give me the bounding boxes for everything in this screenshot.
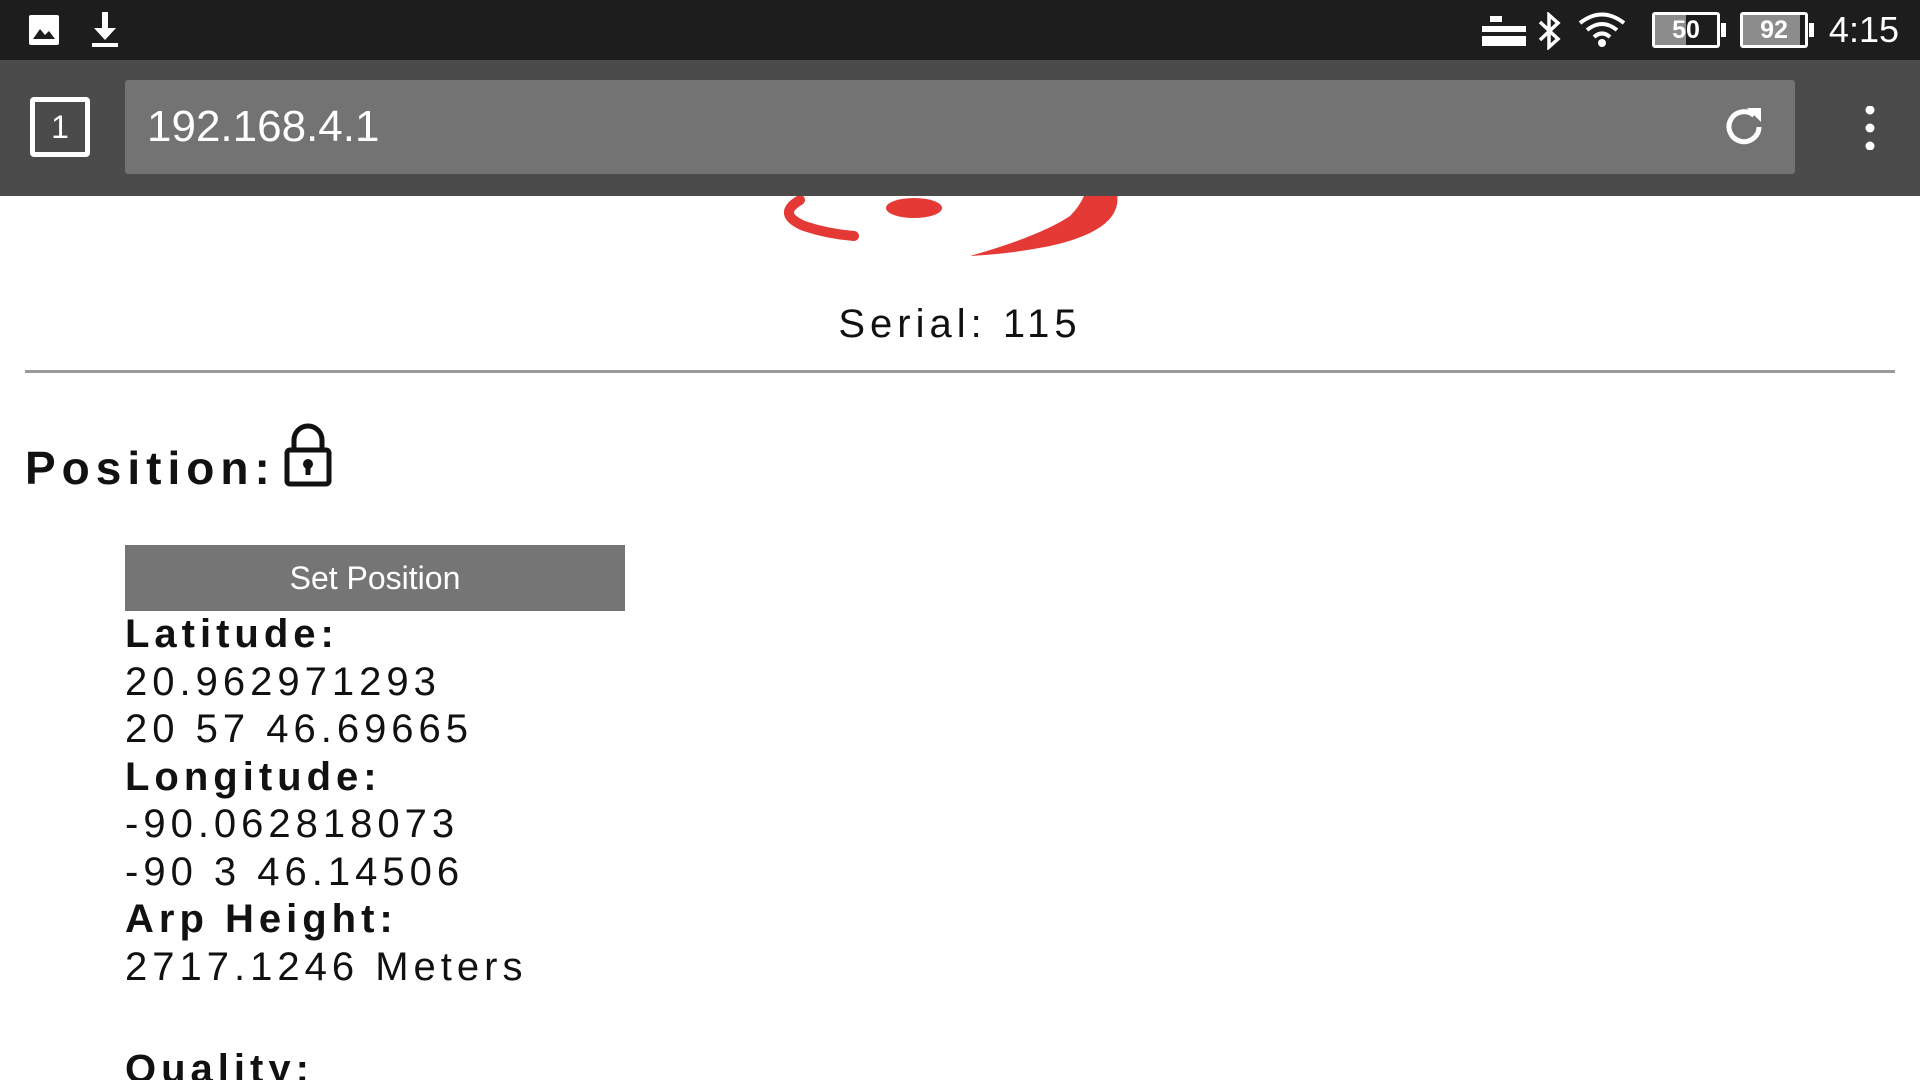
quality-label: Quality: <box>125 1047 314 1080</box>
wifi-icon <box>1578 12 1626 47</box>
longitude-decimal: -90.062818073 <box>125 802 460 846</box>
latitude-label: Latitude: <box>125 612 339 656</box>
more-vert-icon[interactable] <box>1848 106 1892 150</box>
latitude-dms: 20 57 46.69665 <box>125 707 474 751</box>
clock: 4:15 <box>1828 9 1899 50</box>
battery-level-1: 50 <box>1672 16 1700 44</box>
url-text[interactable]: 192.168.4.1 <box>147 100 379 154</box>
set-position-button[interactable]: Set Position <box>125 545 625 611</box>
position-fields: Latitude: 20.962971293 20 57 46.69665 Lo… <box>125 611 527 1080</box>
longitude-label: Longitude: <box>125 754 382 799</box>
lock-icon[interactable] <box>284 422 332 488</box>
arp-height-value: 2717.1246 Meters <box>125 944 528 989</box>
position-heading: Position: <box>25 442 276 494</box>
browser-toolbar: 1 192.168.4.1 <box>0 60 1920 196</box>
battery-indicator-1: 50 <box>1652 12 1726 48</box>
image-icon <box>29 15 59 45</box>
page-content: Serial: 115 Position: Set Position Latit… <box>0 196 1920 1080</box>
divider <box>25 370 1895 373</box>
keyboard-icon <box>1482 16 1526 46</box>
arp-height-label: Arp Height: <box>125 897 398 941</box>
battery-level-2: 92 <box>1760 16 1788 44</box>
battery-indicator-2: 92 <box>1740 12 1814 48</box>
bluetooth-icon <box>1538 12 1561 50</box>
tab-switcher-button[interactable]: 1 <box>30 97 90 157</box>
logo <box>784 196 1118 256</box>
url-bar[interactable]: 192.168.4.1 <box>125 80 1795 174</box>
latitude-decimal: 20.962971293 <box>125 659 441 704</box>
longitude-dms: -90 3 46.14506 <box>125 849 465 894</box>
serial-number: Serial: 115 <box>838 302 1082 346</box>
download-icon <box>92 12 118 47</box>
reload-icon[interactable] <box>1721 104 1767 150</box>
status-bar: 50 92 4:15 <box>0 0 1920 60</box>
